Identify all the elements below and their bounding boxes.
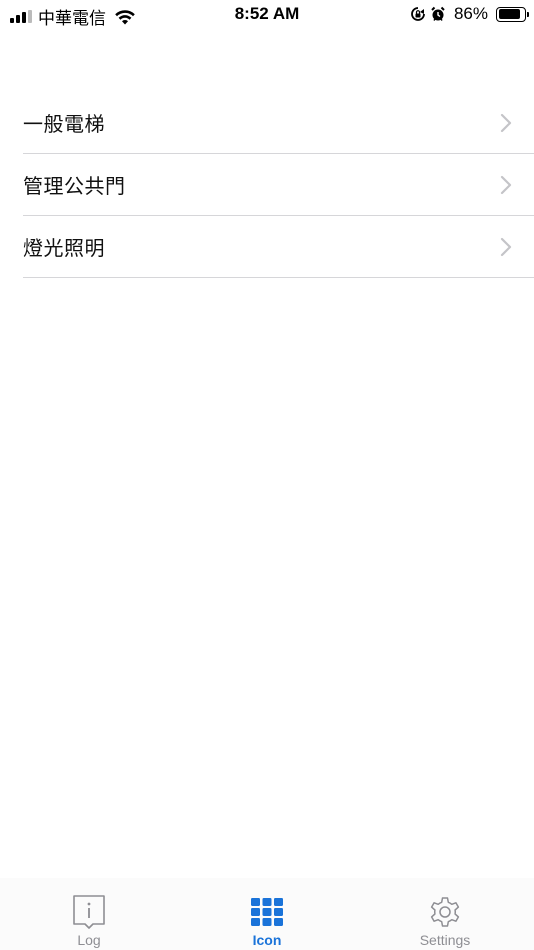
menu-item-label: 管理公共門: [23, 174, 126, 198]
tab-log[interactable]: Log: [0, 878, 178, 950]
tab-label: Icon: [252, 932, 282, 948]
menu-list: 一般電梯 管理公共門 燈光照明: [23, 92, 534, 278]
tab-settings[interactable]: Settings: [356, 878, 534, 950]
tab-bar: Log Icon Settings: [0, 878, 534, 950]
menu-item-label: 燈光照明: [23, 236, 105, 260]
tab-label: Log: [77, 932, 101, 948]
status-bar-right: 86%: [410, 4, 529, 24]
menu-item-label: 一般電梯: [23, 112, 105, 136]
rotation-lock-icon: [411, 7, 425, 21]
battery-icon: [496, 6, 529, 22]
gear-icon: [430, 897, 460, 927]
menu-item-lighting[interactable]: 燈光照明: [23, 216, 534, 278]
info-book-icon: [73, 895, 105, 929]
chevron-right-icon: [500, 113, 512, 132]
battery-percent: 86%: [453, 4, 488, 23]
grid-icon: [251, 898, 283, 926]
tab-label: Settings: [419, 932, 471, 948]
menu-item-public-doors[interactable]: 管理公共門: [23, 154, 534, 216]
chevron-right-icon: [500, 175, 512, 194]
chevron-right-icon: [500, 237, 512, 256]
tab-icon[interactable]: Icon: [178, 878, 356, 950]
status-bar: 中華電信 8:52 AM 86%: [0, 0, 534, 30]
alarm-icon: [431, 6, 445, 21]
menu-item-general-elevator[interactable]: 一般電梯: [23, 92, 534, 154]
screen: 中華電信 8:52 AM 86% 一般電梯 管理公共門 燈光照明 Log Ico…: [0, 0, 534, 950]
